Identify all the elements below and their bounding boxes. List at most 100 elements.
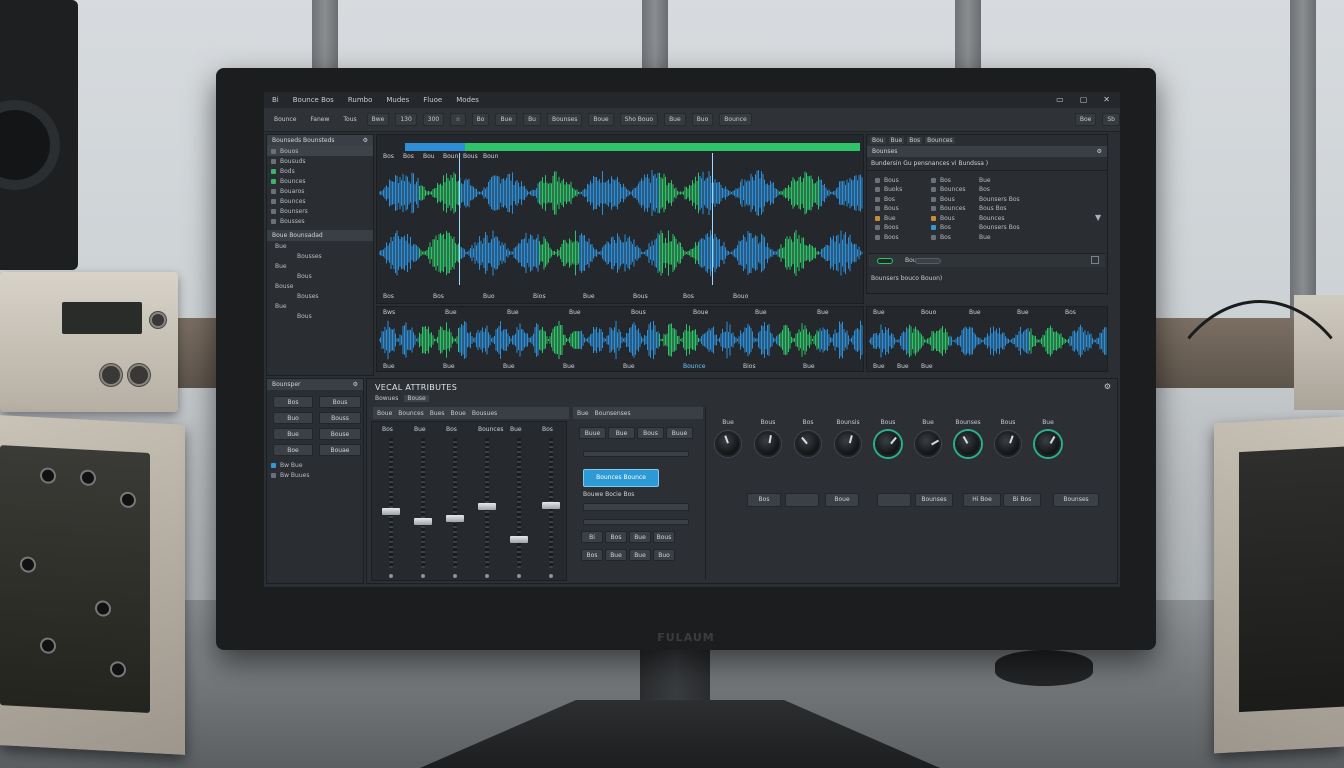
browser-item[interactable]: Bounsers Bos [975,194,1020,204]
rotary-knob[interactable] [795,431,821,457]
channel-item[interactable]: Bue [267,301,373,311]
channel-fader[interactable] [382,438,400,578]
fx-button[interactable]: Bue [273,428,313,440]
toolbar-button[interactable]: Bue [495,113,518,126]
menu-item[interactable]: Mudes [386,96,409,104]
track-item[interactable]: Bounces [267,196,373,206]
menu-item[interactable]: Fluoe [423,96,442,104]
browser-item[interactable]: Bous [871,204,899,214]
small-button[interactable]: Bue [605,549,627,561]
fx-button[interactable]: Bous [319,396,361,408]
tab-item[interactable]: Bowues [375,395,398,402]
fx-button[interactable]: Bos [273,396,313,408]
browser-tab[interactable]: Bounces [925,137,955,144]
channel-item[interactable]: Bouse [267,281,373,291]
settings-icon[interactable]: ⚙ [1104,382,1111,391]
toolbar-button[interactable]: ☆ [450,113,466,126]
action-button[interactable]: Boue [825,493,859,507]
fx-button[interactable]: Bouae [319,444,361,456]
browser-item[interactable]: Bue [871,213,896,223]
input-bar[interactable] [583,451,689,457]
menu-item[interactable]: Bounce Bos [293,96,334,104]
toolbar-button[interactable]: Bounce [719,113,752,126]
grid-button[interactable]: Buue [579,427,606,439]
input-bar[interactable] [583,519,689,525]
checkbox-row[interactable]: Bw Buues [267,470,363,480]
channel-fader[interactable] [478,438,496,578]
browser-tab[interactable]: Bos [907,137,923,144]
small-button[interactable]: Bos [605,531,627,543]
channel-fader[interactable] [446,438,464,578]
fader-handle[interactable] [478,503,496,510]
fader-handle[interactable] [414,518,432,525]
toolbar-button[interactable]: Buo [691,113,714,126]
browser-item[interactable]: Bounces [975,213,1005,223]
track-item[interactable]: Bods [267,166,373,176]
toolbar-button[interactable]: Tous [339,114,360,125]
browser-tab[interactable]: Bou [870,137,886,144]
chevron-down-icon[interactable]: ▼ [1095,213,1101,222]
toolbar-button[interactable]: Boe [1074,113,1097,126]
grid-button[interactable]: Bous [637,427,664,439]
mini-track[interactable]: Bue Bouo Bue Bue Bos Bue Bue Bue [866,306,1108,372]
toolbar-button[interactable]: Bue [664,113,686,126]
track-item[interactable]: Bousuds [267,156,373,166]
playback-region[interactable] [465,143,860,151]
browser-item[interactable]: Bos [927,232,951,242]
maximize-icon[interactable]: ▢ [1080,95,1088,104]
grid-button[interactable]: Bue [608,427,635,439]
small-button[interactable]: Buo [653,549,675,561]
menu-item[interactable]: Rumbo [348,96,373,104]
action-button[interactable]: Bi Bos [1003,493,1041,507]
browser-item[interactable]: Bos [927,175,951,185]
track-item[interactable]: Bounsers [267,206,373,216]
toolbar-button[interactable]: 300 [422,113,445,126]
toolbar-button[interactable]: Sb [1102,113,1120,126]
tab-item[interactable]: Bousues [472,410,497,417]
menu-item[interactable]: Bi [272,96,279,104]
small-button[interactable]: Bue [629,549,651,561]
channel-fader[interactable] [510,438,528,578]
browser-item[interactable]: Buoks [871,185,902,195]
action-button[interactable]: Bounses [915,493,953,507]
selector-field[interactable] [583,503,689,511]
action-button[interactable]: Bos [747,493,781,507]
track-item[interactable]: Bouos [267,146,373,156]
browser-item[interactable]: Bue [975,232,991,242]
toolbar-button[interactable]: Bu [523,113,541,126]
toolbar-button[interactable]: Bounses [546,113,583,126]
small-button[interactable]: Bue [629,531,651,543]
tab-item[interactable]: Bues [430,410,445,417]
fx-button[interactable]: Bouse [319,428,361,440]
slider[interactable] [915,258,941,264]
browser-item[interactable]: Boos [871,232,899,242]
rotary-knob[interactable] [1035,431,1061,457]
channel-fader[interactable] [542,438,560,578]
rotary-knob[interactable] [755,431,781,457]
fader-handle[interactable] [382,508,400,515]
toolbar-button[interactable]: Sho Bouo [619,113,659,126]
toolbar-button[interactable]: Bounce [270,114,300,125]
browser-item[interactable]: Boos [871,223,899,233]
playhead[interactable] [459,153,460,285]
tab-item[interactable]: Bue [577,410,589,417]
rotary-knob[interactable] [875,431,901,457]
tab-item[interactable]: Bounces [398,410,424,417]
browser-item[interactable]: Bue [975,175,991,185]
browser-item[interactable]: Bos [871,194,895,204]
action-button[interactable] [785,493,819,507]
tab-item[interactable]: Bouse [404,395,429,402]
browser-item[interactable]: Bounces [927,185,966,195]
track-item[interactable]: Bousses [267,216,373,226]
close-icon[interactable]: ✕ [1103,95,1110,104]
fader-handle[interactable] [446,515,464,522]
channel-item[interactable]: Bous [267,271,373,281]
small-button[interactable]: Bous [653,531,675,543]
edit-cursor[interactable] [712,153,713,285]
toolbar-button[interactable]: Boue [588,113,614,126]
rotary-knob[interactable] [915,431,941,457]
browser-item[interactable]: Bos [927,223,951,233]
rotary-knob[interactable] [835,431,861,457]
menu-item[interactable]: Modes [456,96,479,104]
bounce-button[interactable]: Bounces Bounce [583,469,659,487]
